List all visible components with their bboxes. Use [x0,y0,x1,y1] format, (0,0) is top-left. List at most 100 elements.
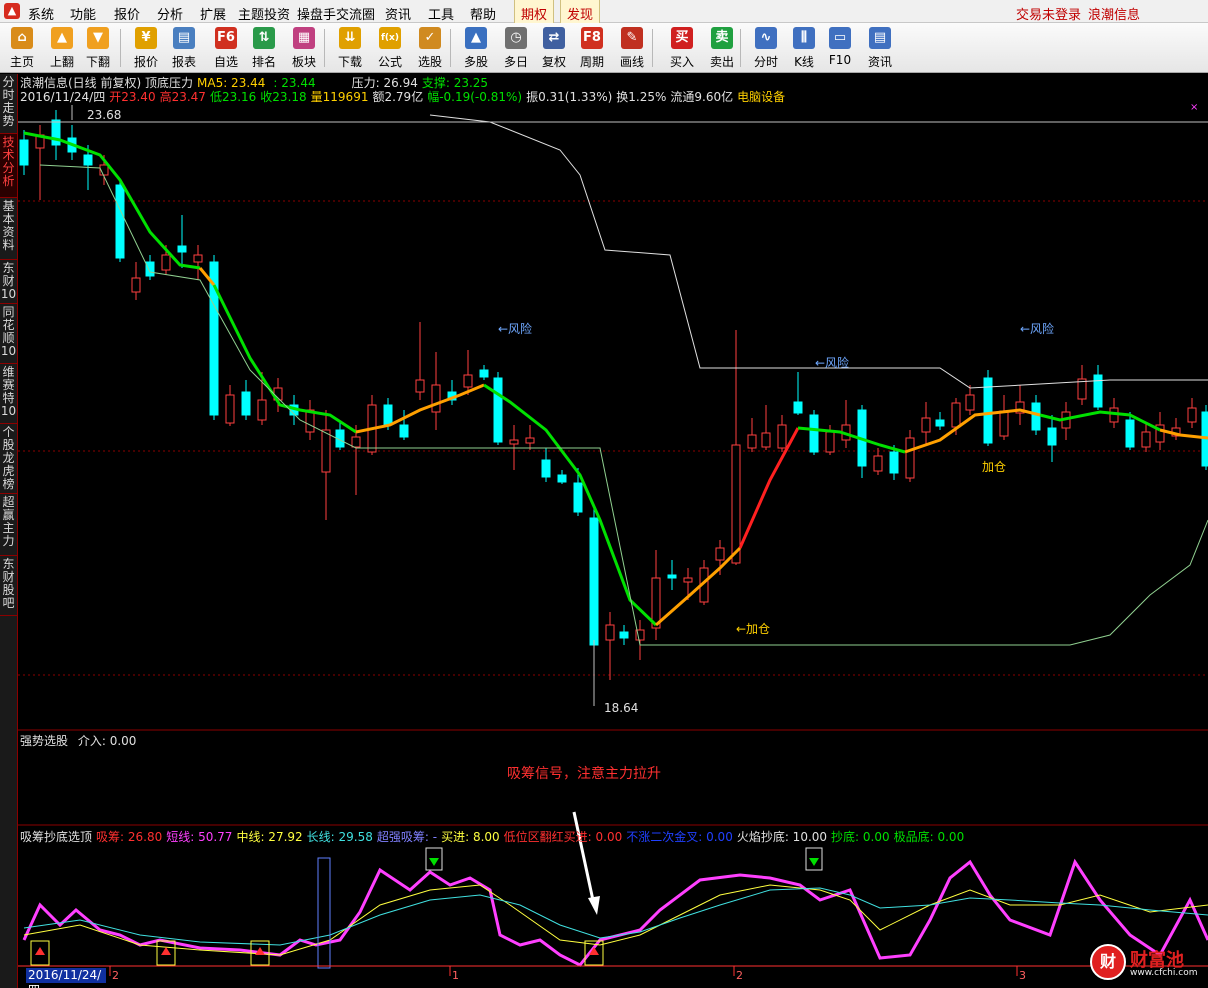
candle-down [541,459,551,478]
min-price-label: 18.64 [604,701,639,715]
yen-icon: ¥ [135,27,157,49]
candle-down [177,245,187,253]
header-field: 超强吸筹: - [376,830,438,844]
resistance-step-line [429,114,1208,389]
header-field: 幅-0.19(-0.81%) [427,90,523,104]
header-field: 开23.40 [109,90,156,104]
menu-system[interactable]: 系统 [28,4,54,23]
toolbar-button-21[interactable]: ▤ 资讯 [860,25,900,71]
candle-up [761,432,771,448]
site-watermark: 财 财富池 www.cfchi.com [1090,944,1202,984]
ma-line-down [483,383,658,627]
candle-down [557,474,567,483]
candle-up [605,624,615,641]
side-tab-0[interactable]: 分时走势 [0,74,17,134]
clock-icon: ◷ [505,27,527,49]
side-tab-6[interactable]: 个股龙虎榜 [0,424,17,494]
candle-up [1187,407,1197,423]
side-tab-3[interactable]: 东财10 [0,260,17,304]
f6-icon: F6 [215,27,237,49]
entry-value: 介入: 0.00 [77,734,137,748]
candle-down [399,424,409,438]
f8-icon: F8 [581,27,603,49]
download-icon: ⇊ [339,27,361,49]
candle-down [83,154,93,166]
menu-function[interactable]: 功能 [70,4,96,23]
toolbar-button-15[interactable]: ✎ 画线 [612,25,652,71]
candle-down [115,184,125,259]
menu-tools[interactable]: 工具 [428,4,454,23]
candle-up [525,437,535,444]
header-field: 流通9.60亿 [670,90,734,104]
candle-up [715,547,725,561]
add-position-annotation: 加仓 [982,460,1007,474]
menu-help[interactable]: 帮助 [470,4,496,23]
accumulation-signal-note: 吸筹信号，注意主力拉升 [507,766,661,782]
header-field: 2016/11/24/四 [20,90,106,104]
formula-icon: f(x) [379,27,401,49]
home-icon: ⌂ [11,27,33,49]
menu-discover[interactable]: 发现 [560,0,601,23]
login-status-link[interactable]: 交易未登录 [1016,4,1081,23]
header-field: 吸筹: 26.80 [96,830,163,844]
menu-news[interactable]: 资讯 [385,4,411,23]
menu-quote[interactable]: 报价 [114,4,140,23]
menu-options[interactable]: 期权 [514,0,555,23]
toolbar-button-7[interactable]: ▦ 板块 [284,25,324,71]
app-logo-icon: ▲ [4,3,20,19]
risk-annotation: ←风险 [1020,322,1055,336]
chart-canvas[interactable]: × [18,74,1208,988]
news-icon: ▤ [869,27,891,49]
menu-bar: ▲ 系统 功能 报价 分析 扩展 主题投资 操盘手交流圈 资讯 工具 帮助 期权… [0,0,1208,23]
report-icon: ▤ [173,27,195,49]
side-tab-1[interactable]: 技术分析 [0,134,17,198]
candle-up [431,384,441,413]
candle-up [873,455,883,472]
menu-trader-circle[interactable]: 操盘手交流圈 [297,4,375,23]
buy-signal-arrow-icon [35,947,45,955]
toolbar-button-4[interactable]: ▤ 报表 [164,25,204,71]
side-tab-5[interactable]: 维赛特10 [0,364,17,424]
header-field: 火焰抄底: 10.00 [736,830,828,844]
menu-analysis[interactable]: 分析 [157,4,183,23]
header-field: 短线: 50.77 [166,830,233,844]
toolbar-button-10[interactable]: ✓ 选股 [410,25,450,71]
header-field: 吸筹抄底选顶 [20,830,93,844]
candle-up [731,444,741,564]
menu-extend[interactable]: 扩展 [200,4,226,23]
side-tab-8[interactable]: 东财股吧 [0,556,17,616]
candle-up [1141,431,1151,448]
signal-arrow [572,811,596,906]
toolbar-button-17[interactable]: 卖卖出 [702,25,742,71]
candle-down [589,517,599,646]
panel-title-text: 强势选股 [20,734,69,748]
side-tab-4[interactable]: 同花顺10 [0,304,17,364]
buy-signal-arrow-icon [161,947,171,955]
candle-up [921,417,931,433]
toolbar: ⌂ 主页 ▲ 上翻 ▼ 下翻 ¥ 报价 ▤ 报表 F6 自选 ⇅ 排名 ▦ 板块 ⇊ 下载 f(x) 公式 ✓ 选股 ▲ 多股… [0,23,1208,73]
stock-terminal-window: ▲ 系统 功能 报价 分析 扩展 主题投资 操盘手交流圈 资讯 工具 帮助 期权… [0,0,1208,988]
draw-line-icon: ✎ [621,27,643,49]
mid-line-series [23,884,1208,956]
xaxis-tick: 2 [112,969,119,982]
candle-up [777,424,787,449]
signal-arrow-head [588,896,600,915]
ma-line-flat [655,546,742,627]
side-tab-bar: 分时走势 技术分析 基本资料 东财10 同花顺10 维赛特10 个股龙虎榜 超赢主力 东财股吧 [0,74,18,988]
down-arrow-icon [429,858,439,866]
candle-down [479,369,489,378]
toolbar-button-label: 下翻 [85,55,110,69]
menu-theme-invest[interactable]: 主题投资 [238,4,290,23]
arrow-down-icon: ▼ [87,27,109,49]
candle-down [619,631,629,639]
side-tab-7[interactable]: 超赢主力 [0,494,17,556]
toolbar-button-2[interactable]: ▼ 下翻 [78,25,118,71]
rank-icon: ⇅ [253,27,275,49]
header-field: 中线: 27.92 [236,830,303,844]
blocks-icon: ▦ [293,27,315,49]
candle-down [667,574,677,579]
candle-up [951,402,961,428]
side-tab-2[interactable]: 基本资料 [0,198,17,260]
header-field: 低位区翻红买进: 0.00 [503,830,623,844]
candle-up [257,399,267,421]
